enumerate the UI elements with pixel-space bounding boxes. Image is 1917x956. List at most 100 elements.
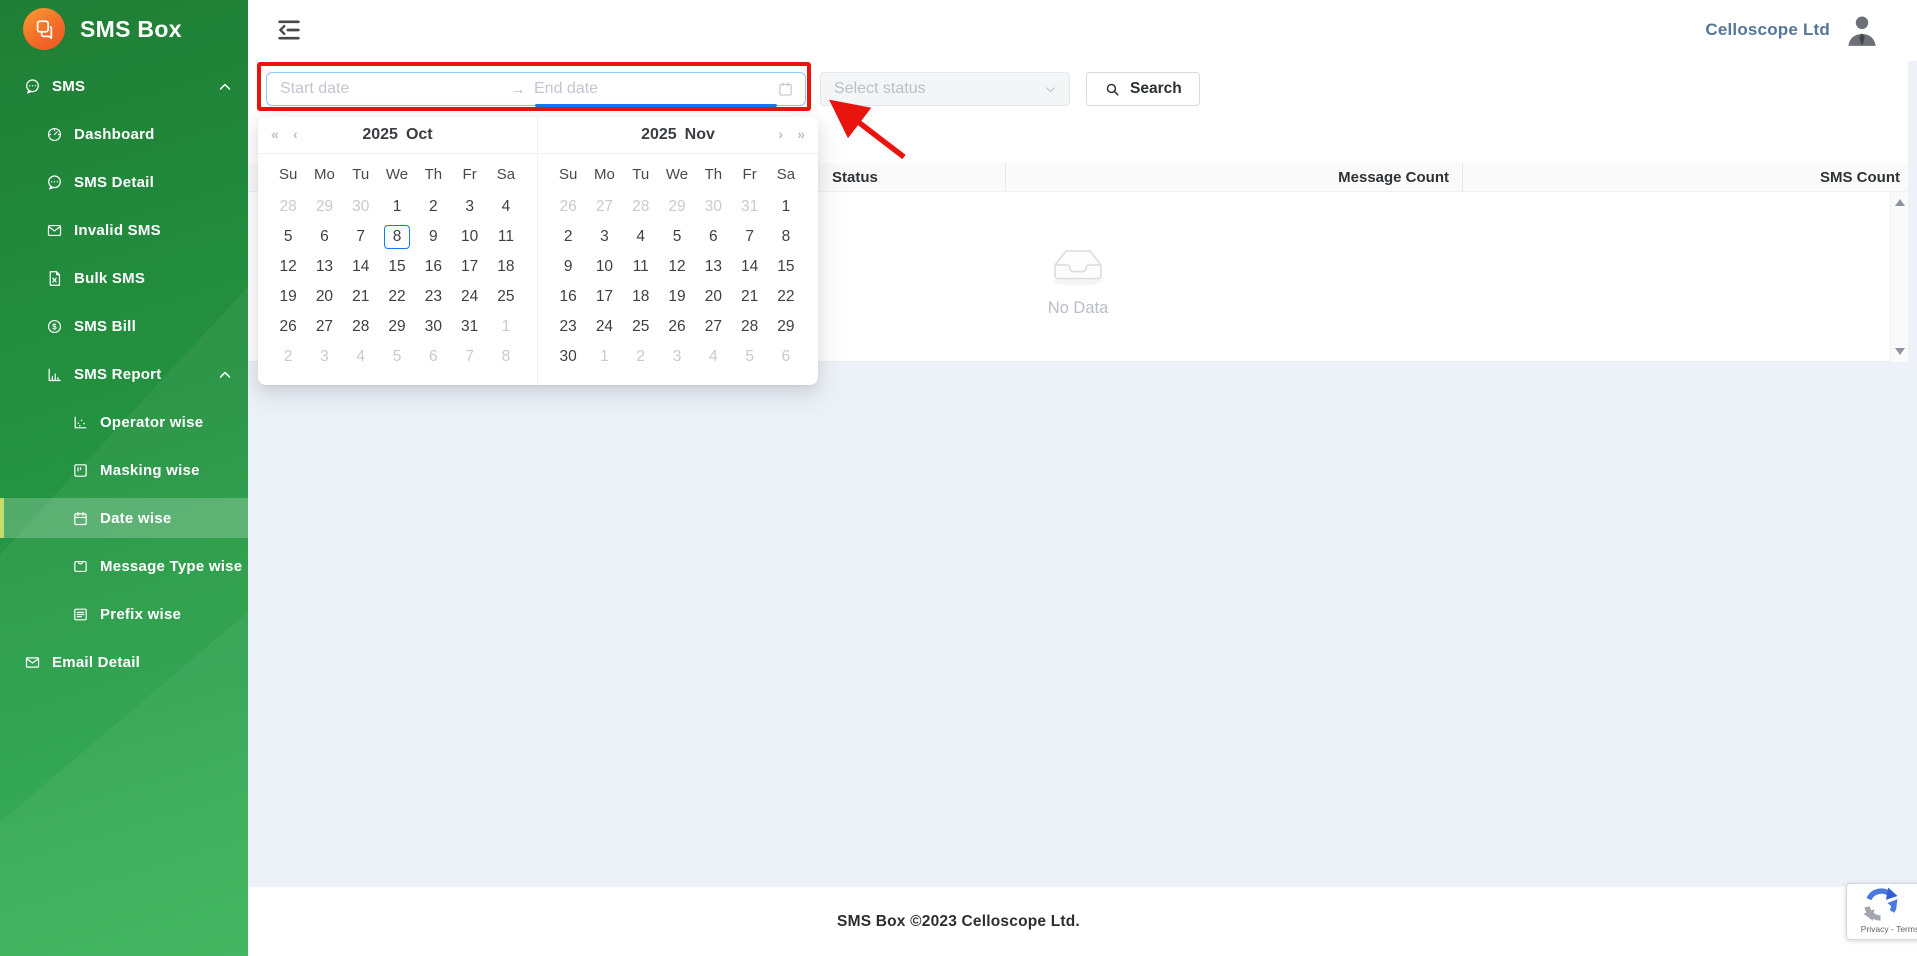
- date-cell-nov-12[interactable]: 12: [659, 255, 695, 279]
- sidebar-item-email-detail[interactable]: Email Detail: [0, 642, 248, 682]
- date-cell-nov-5[interactable]: 5: [731, 345, 767, 369]
- date-cell-nov-15[interactable]: 15: [768, 255, 804, 279]
- scroll-up-icon[interactable]: [1895, 199, 1905, 206]
- end-date-input[interactable]: [534, 80, 752, 98]
- date-cell-oct-27[interactable]: 27: [306, 315, 342, 339]
- month-button[interactable]: Oct: [406, 126, 433, 144]
- date-cell-nov-16[interactable]: 16: [550, 285, 586, 309]
- date-cell-oct-24[interactable]: 24: [451, 285, 487, 309]
- sidebar-item-masking-wise[interactable]: Masking wise: [0, 450, 248, 490]
- app-logo[interactable]: SMS Box: [23, 8, 182, 50]
- date-cell-oct-5[interactable]: 5: [379, 345, 415, 369]
- date-cell-oct-18[interactable]: 18: [488, 255, 524, 279]
- date-cell-nov-28[interactable]: 28: [623, 195, 659, 219]
- date-cell-nov-27[interactable]: 27: [586, 195, 622, 219]
- date-cell-nov-24[interactable]: 24: [586, 315, 622, 339]
- date-cell-nov-29[interactable]: 29: [768, 315, 804, 339]
- date-cell-oct-6[interactable]: 6: [415, 345, 451, 369]
- date-cell-oct-2[interactable]: 2: [415, 195, 451, 219]
- date-cell-nov-3[interactable]: 3: [659, 345, 695, 369]
- date-cell-oct-28[interactable]: 28: [270, 195, 306, 219]
- date-cell-oct-21[interactable]: 21: [343, 285, 379, 309]
- date-cell-oct-4[interactable]: 4: [343, 345, 379, 369]
- date-cell-oct-13[interactable]: 13: [306, 255, 342, 279]
- sidebar-item-prefix-wise[interactable]: Prefix wise: [0, 594, 248, 634]
- date-cell-oct-30[interactable]: 30: [343, 195, 379, 219]
- sidebar-item-dashboard[interactable]: Dashboard: [0, 114, 248, 154]
- date-cell-oct-11[interactable]: 11: [488, 225, 524, 249]
- sidebar-item-sms-bill[interactable]: $SMS Bill: [0, 306, 248, 346]
- date-cell-oct-16[interactable]: 16: [415, 255, 451, 279]
- date-cell-nov-25[interactable]: 25: [623, 315, 659, 339]
- recaptcha-privacy-terms[interactable]: Privacy - Terms: [1849, 924, 1917, 934]
- date-cell-nov-19[interactable]: 19: [659, 285, 695, 309]
- date-cell-oct-4[interactable]: 4: [488, 195, 524, 219]
- date-cell-oct-10[interactable]: 10: [451, 225, 487, 249]
- date-cell-oct-29[interactable]: 29: [379, 315, 415, 339]
- scroll-down-icon[interactable]: [1895, 348, 1905, 355]
- date-cell-nov-8[interactable]: 8: [768, 225, 804, 249]
- status-select[interactable]: Select status: [820, 72, 1070, 106]
- date-cell-nov-4[interactable]: 4: [623, 225, 659, 249]
- sidebar-item-message-type-wise[interactable]: Message Type wise: [0, 546, 248, 586]
- sidebar-item-bulk-sms[interactable]: Bulk SMS: [0, 258, 248, 298]
- date-cell-nov-1[interactable]: 1: [586, 345, 622, 369]
- date-cell-oct-12[interactable]: 12: [270, 255, 306, 279]
- date-cell-oct-15[interactable]: 15: [379, 255, 415, 279]
- table-scrollbar[interactable]: [1890, 192, 1908, 362]
- prev-month-icon[interactable]: ‹: [293, 126, 298, 142]
- date-cell-nov-30[interactable]: 30: [695, 195, 731, 219]
- year-button[interactable]: 2025: [362, 126, 398, 144]
- date-cell-oct-22[interactable]: 22: [379, 285, 415, 309]
- sidebar-item-sms-detail[interactable]: SMS Detail: [0, 162, 248, 202]
- date-cell-nov-26[interactable]: 26: [550, 195, 586, 219]
- date-cell-nov-4[interactable]: 4: [695, 345, 731, 369]
- search-button[interactable]: Search: [1086, 72, 1200, 106]
- sidebar-item-sms[interactable]: SMS: [0, 66, 248, 106]
- date-cell-nov-6[interactable]: 6: [695, 225, 731, 249]
- date-cell-oct-5[interactable]: 5: [270, 225, 306, 249]
- date-cell-nov-1[interactable]: 1: [768, 195, 804, 219]
- date-cell-nov-2[interactable]: 2: [550, 225, 586, 249]
- date-cell-oct-14[interactable]: 14: [343, 255, 379, 279]
- date-cell-nov-3[interactable]: 3: [586, 225, 622, 249]
- date-cell-nov-30[interactable]: 30: [550, 345, 586, 369]
- start-date-input[interactable]: [280, 80, 502, 98]
- date-cell-nov-18[interactable]: 18: [623, 285, 659, 309]
- date-cell-nov-22[interactable]: 22: [768, 285, 804, 309]
- date-cell-nov-29[interactable]: 29: [659, 195, 695, 219]
- menu-fold-icon[interactable]: [275, 16, 303, 44]
- super-prev-icon[interactable]: «: [271, 126, 279, 142]
- date-cell-nov-2[interactable]: 2: [623, 345, 659, 369]
- year-button[interactable]: 2025: [641, 126, 677, 144]
- date-cell-oct-30[interactable]: 30: [415, 315, 451, 339]
- date-cell-nov-28[interactable]: 28: [731, 315, 767, 339]
- date-cell-oct-26[interactable]: 26: [270, 315, 306, 339]
- date-cell-oct-7[interactable]: 7: [343, 225, 379, 249]
- date-cell-oct-25[interactable]: 25: [488, 285, 524, 309]
- super-next-icon[interactable]: »: [797, 126, 805, 142]
- date-cell-oct-1[interactable]: 1: [488, 315, 524, 339]
- date-cell-nov-6[interactable]: 6: [768, 345, 804, 369]
- date-cell-nov-13[interactable]: 13: [695, 255, 731, 279]
- date-cell-oct-8[interactable]: 8: [488, 345, 524, 369]
- date-cell-oct-1[interactable]: 1: [379, 195, 415, 219]
- date-cell-oct-31[interactable]: 31: [451, 315, 487, 339]
- date-cell-oct-3[interactable]: 3: [306, 345, 342, 369]
- date-cell-oct-19[interactable]: 19: [270, 285, 306, 309]
- date-cell-oct-9[interactable]: 9: [415, 225, 451, 249]
- month-button[interactable]: Nov: [685, 126, 715, 144]
- next-month-icon[interactable]: ›: [778, 126, 783, 142]
- date-cell-nov-7[interactable]: 7: [731, 225, 767, 249]
- date-cell-nov-14[interactable]: 14: [731, 255, 767, 279]
- date-cell-nov-10[interactable]: 10: [586, 255, 622, 279]
- sidebar-item-sms-report[interactable]: SMS Report: [0, 354, 248, 394]
- date-cell-nov-26[interactable]: 26: [659, 315, 695, 339]
- sidebar-item-date-wise[interactable]: Date wise: [0, 498, 248, 538]
- date-cell-nov-21[interactable]: 21: [731, 285, 767, 309]
- date-cell-oct-17[interactable]: 17: [451, 255, 487, 279]
- date-range-picker[interactable]: →: [266, 72, 806, 106]
- date-cell-nov-5[interactable]: 5: [659, 225, 695, 249]
- date-cell-nov-20[interactable]: 20: [695, 285, 731, 309]
- date-cell-nov-31[interactable]: 31: [731, 195, 767, 219]
